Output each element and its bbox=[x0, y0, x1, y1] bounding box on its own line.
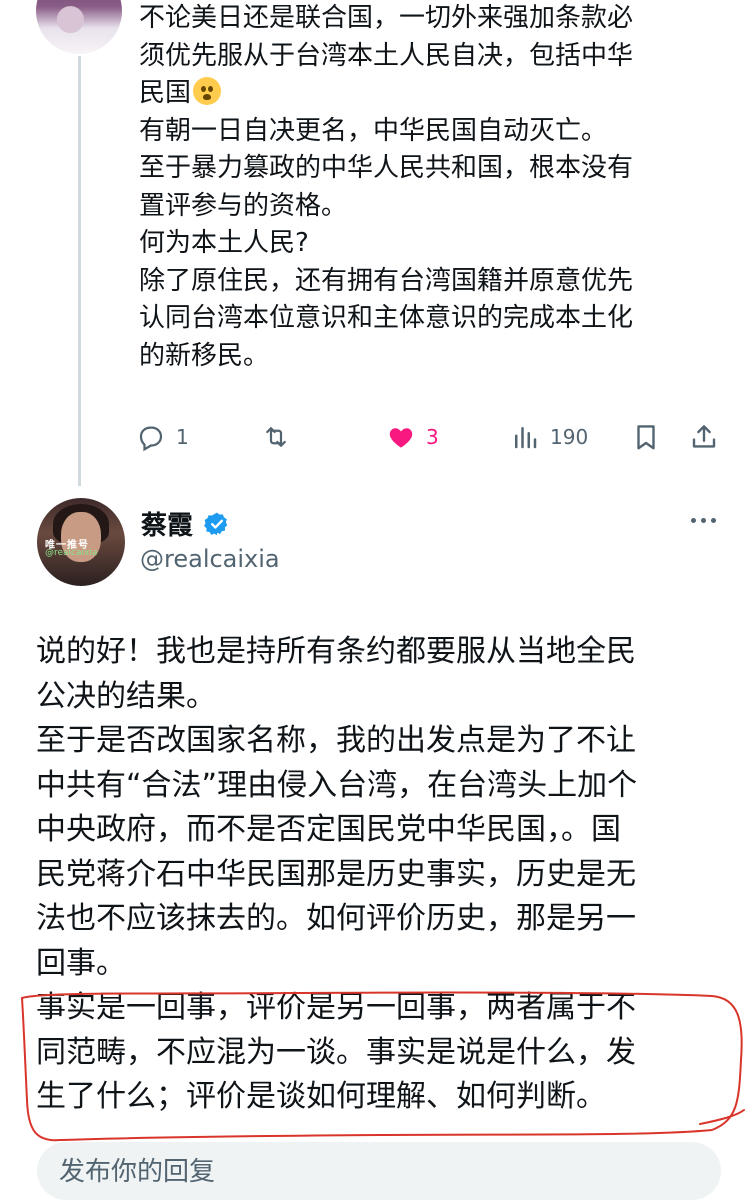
tweet-line: 置评参与的资格。 bbox=[139, 190, 348, 221]
tweet-line: 回事。 bbox=[36, 945, 126, 981]
reply-author-avatar[interactable]: 唯一推号 @realcaixia bbox=[37, 498, 125, 586]
tweet-line: 生了什么；评价是谈如何理解、如何判断。 bbox=[36, 1079, 606, 1114]
more-options-button[interactable] bbox=[691, 510, 721, 530]
author-name[interactable]: 蔡霞 bbox=[141, 505, 193, 542]
tweet-action-bar: 1 3 190 bbox=[136, 418, 746, 456]
tweet-line: 至于是否改国家名称，我的出发点是为了不让 bbox=[36, 723, 636, 758]
bookmark-icon bbox=[637, 425, 655, 450]
thread-connector-line bbox=[78, 56, 81, 486]
avatar-handle-caption: @realcaixia bbox=[45, 548, 98, 558]
tweet-line: 除了原住民，还有拥有台湾国籍并原意优先 bbox=[139, 265, 634, 296]
tweet-line: 说的好！我也是持所有条约都要服从当地全民 bbox=[36, 634, 636, 669]
reply-compose-bar[interactable] bbox=[37, 1142, 721, 1202]
anguished-face-emoji bbox=[193, 77, 222, 105]
tweet-line: 至于暴力篡政的中华人民共和国，根本没有 bbox=[139, 153, 634, 183]
author-handle[interactable]: @realcaixia bbox=[140, 545, 280, 573]
like-count: 3 bbox=[426, 425, 439, 449]
tweet-line: 何为本土人民? bbox=[139, 228, 309, 258]
share-icon bbox=[692, 425, 716, 448]
tweet-line-with-emoji: 民国 bbox=[139, 75, 739, 113]
tweet-line: 的新移民。 bbox=[139, 340, 270, 371]
bookmark-button[interactable] bbox=[631, 418, 661, 456]
tweet-line: 中共有“合法”理由侵入台湾，在台湾头上加个 bbox=[36, 767, 638, 803]
verified-badge-icon bbox=[204, 512, 228, 536]
tweet-line: 同范畴，不应混为一谈。事实是说是什么，发 bbox=[36, 1034, 636, 1070]
parent-tweet-text: 不论美日还是联合国，一切外来强加条款必 须优先服从于台湾本土人民自决，包括中华 … bbox=[139, 0, 739, 375]
tweet-line: 认同台湾本位意识和主体意识的完成本土化 bbox=[139, 303, 634, 333]
tweet-line: 须优先服从于台湾本土人民自决，包括中华 bbox=[139, 40, 634, 71]
share-button[interactable] bbox=[689, 418, 719, 456]
tweet-line: 中央政府，而不是否定国民党中华民国，。国 bbox=[36, 812, 621, 847]
retweet-icon bbox=[266, 427, 286, 447]
tweet-line: 公决的结果。 bbox=[36, 678, 216, 714]
parent-avatar[interactable] bbox=[36, 0, 122, 54]
reply-count: 1 bbox=[176, 425, 189, 449]
views-button[interactable]: 190 bbox=[510, 418, 588, 456]
tweet-line: 事实是一回事，评价是另一回事，两者属于不 bbox=[36, 990, 636, 1025]
more-dot-icon bbox=[691, 517, 696, 523]
tweet-line: 民党蒋介石中华民国那是历史事实，历史是无 bbox=[36, 856, 636, 892]
tweet-line: 有朝一日自决更名，中华民国自动灭亡。 bbox=[139, 115, 608, 146]
views-count: 190 bbox=[550, 425, 589, 449]
reply-button[interactable]: 1 bbox=[136, 418, 189, 456]
tweet-line: 法也不应该抹去的。如何评价历史，那是另一 bbox=[36, 901, 636, 936]
reply-input[interactable] bbox=[37, 1142, 701, 1202]
views-chart-icon bbox=[515, 427, 537, 449]
heart-filled-icon bbox=[389, 428, 413, 448]
reply-icon bbox=[139, 426, 163, 452]
like-button[interactable]: 3 bbox=[386, 418, 439, 456]
more-dot-icon bbox=[711, 517, 716, 523]
reply-tweet-text: 说的好！我也是持所有条约都要服从当地全民 公决的结果。 至于是否改国家名称，我的… bbox=[36, 630, 726, 1120]
more-dot-icon bbox=[701, 517, 706, 523]
retweet-button[interactable] bbox=[261, 418, 301, 456]
tweet-line: 不论美日还是联合国，一切外来强加条款必 bbox=[139, 3, 634, 33]
